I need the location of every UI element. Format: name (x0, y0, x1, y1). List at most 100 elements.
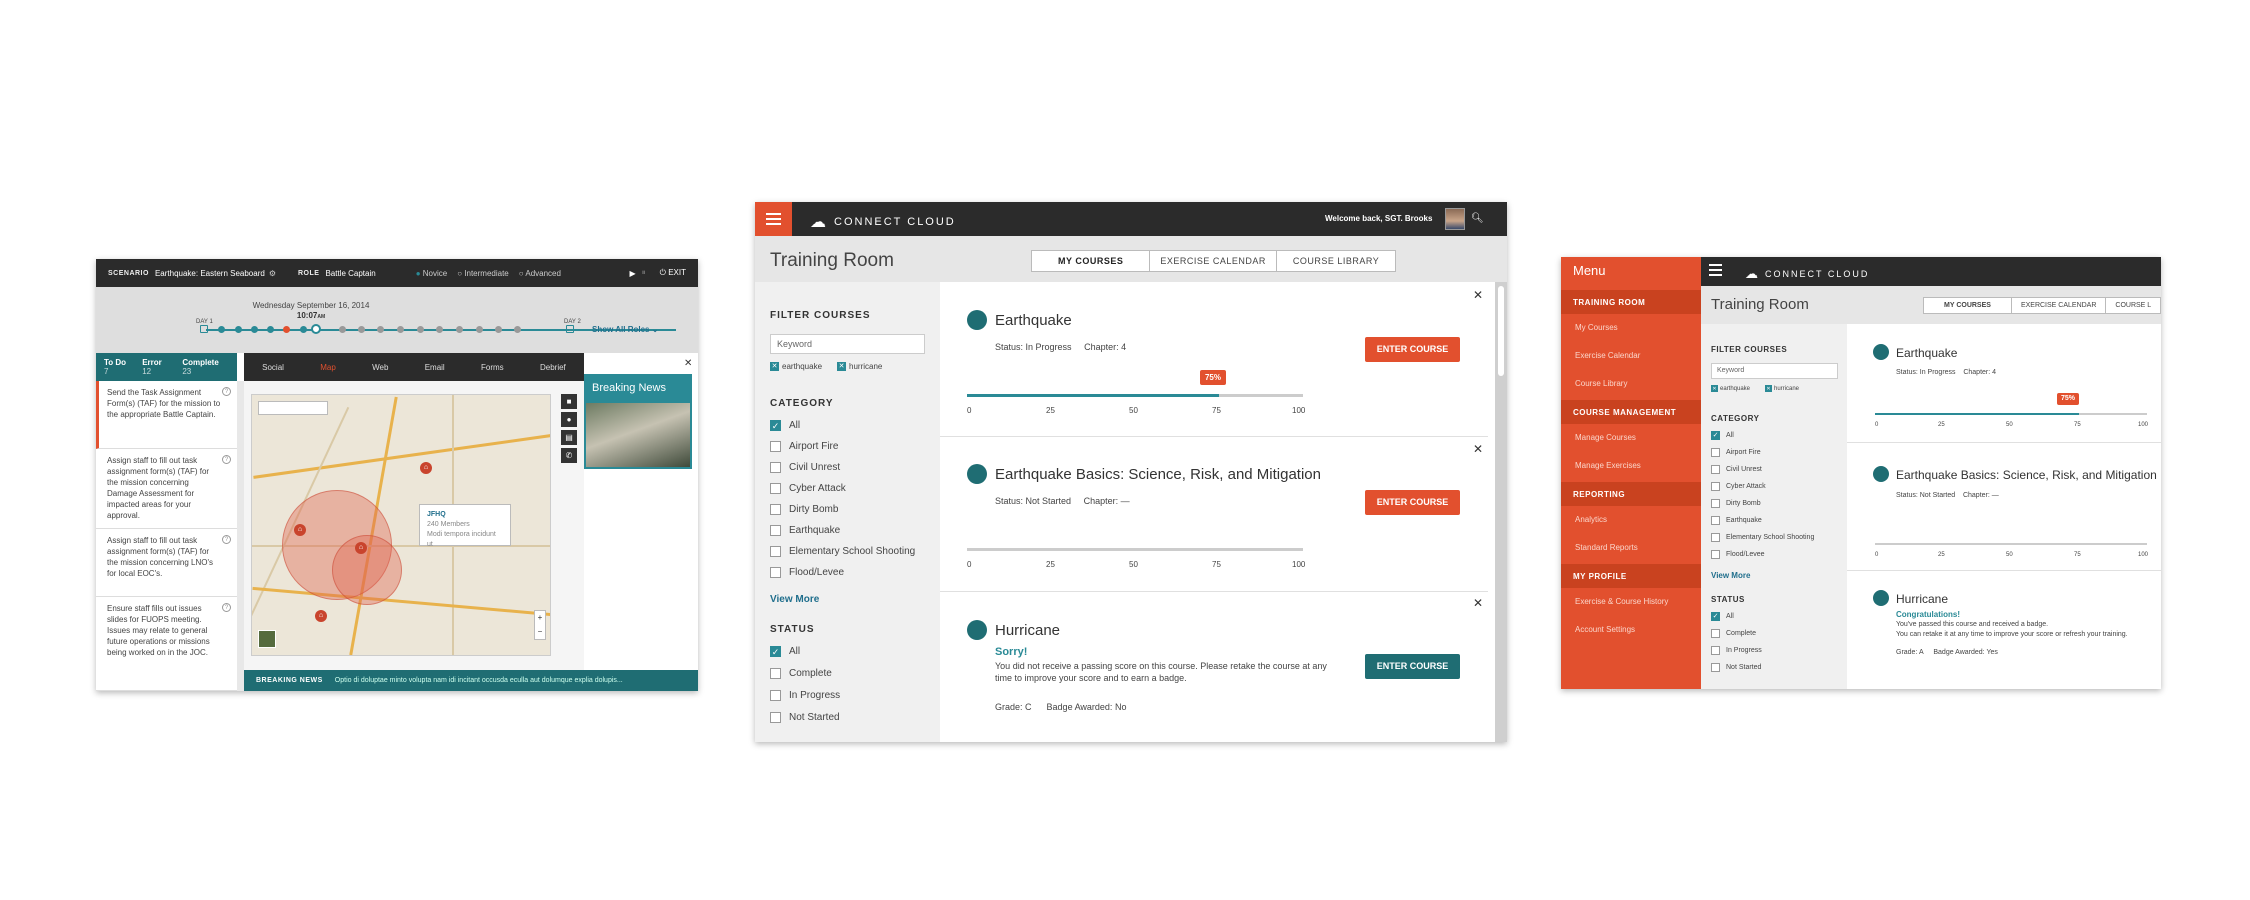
close-icon[interactable]: ✕ (1473, 442, 1483, 456)
timeline-event[interactable] (300, 326, 307, 333)
category-checkbox[interactable]: ✓ All (770, 420, 800, 431)
timeline-current-marker[interactable] (311, 324, 321, 334)
status-checkbox[interactable]: Complete (770, 668, 832, 679)
tab-forms[interactable]: Forms (481, 363, 504, 372)
timeline-event[interactable] (235, 326, 242, 333)
status-checkbox[interactable]: ✓ All (770, 646, 800, 657)
level-advanced-radio[interactable]: ○ Advanced (519, 269, 561, 278)
zoom-control[interactable]: + − (534, 610, 546, 640)
timeline-event[interactable] (251, 326, 258, 333)
scenario-selector[interactable]: Earthquake: Eastern Seaboard (155, 269, 265, 278)
timeline-event-alert[interactable] (283, 326, 290, 333)
timeline-event[interactable] (476, 326, 483, 333)
level-novice-radio[interactable]: ● Novice (416, 269, 448, 278)
menu-section-training-room[interactable]: TRAINING ROOM (1561, 290, 1701, 314)
status-checkbox[interactable]: In Progress (770, 690, 840, 701)
task-item[interactable]: Assign staff to fill out task assignment… (96, 529, 237, 597)
menu-item-course-library[interactable]: Course Library (1575, 379, 1627, 388)
category-checkbox[interactable]: Airport Fire (1711, 448, 1761, 457)
close-icon[interactable]: ✕ (837, 362, 846, 371)
tab-course-library[interactable]: COURSE LIBRARY (1277, 251, 1395, 271)
info-icon[interactable]: ? (222, 387, 231, 396)
timeline-event[interactable] (377, 326, 384, 333)
timeline-event[interactable] (218, 326, 225, 333)
tab-my-courses[interactable]: MY COURSES (1924, 298, 2012, 313)
building-marker-icon[interactable]: ⌂ (420, 462, 432, 474)
building-marker-icon[interactable]: ⌂ (294, 524, 306, 536)
category-checkbox[interactable]: Earthquake (770, 525, 840, 536)
timeline-event[interactable] (397, 326, 404, 333)
hamburger-menu-icon[interactable] (1709, 263, 1722, 277)
avatar[interactable] (1445, 208, 1465, 230)
ticker-text[interactable]: Optio di doluptae minto volupta nam idi … (335, 677, 623, 684)
map-search-input[interactable] (258, 401, 328, 415)
course-title[interactable]: Hurricane (1896, 592, 1948, 606)
task-item[interactable]: Assign staff to fill out task assignment… (96, 449, 237, 529)
menu-item-manage-exercises[interactable]: Manage Exercises (1575, 461, 1641, 470)
close-icon[interactable]: ✕ (1473, 288, 1483, 302)
timeline-event[interactable] (417, 326, 424, 333)
chat-icon[interactable]: ▤ (561, 430, 577, 445)
menu-section-course-management[interactable]: COURSE MANAGEMENT (1561, 400, 1701, 424)
menu-section-my-profile[interactable]: MY PROFILE (1561, 564, 1701, 588)
exit-icon[interactable]: ⏻ EXIT (660, 268, 686, 278)
level-intermediate-radio[interactable]: ○ Intermediate (457, 269, 509, 278)
category-checkbox[interactable]: Dirty Bomb (770, 504, 838, 515)
category-checkbox[interactable]: ✓ All (1711, 431, 1734, 440)
course-title[interactable]: Hurricane (995, 622, 1060, 639)
info-icon[interactable]: ? (222, 603, 231, 612)
course-title[interactable]: Earthquake Basics: Science, Risk, and Mi… (1896, 468, 2157, 482)
timeline-event[interactable] (339, 326, 346, 333)
info-icon[interactable]: ? (222, 535, 231, 544)
tab-complete[interactable]: Complete 23 (182, 358, 229, 376)
filter-chip[interactable]: ✕ earthquake (770, 362, 822, 371)
status-checkbox[interactable]: In Progress (1711, 646, 1762, 655)
category-checkbox[interactable]: Dirty Bomb (1711, 499, 1761, 508)
course-title[interactable]: Earthquake Basics: Science, Risk, and Mi… (995, 466, 1321, 483)
status-checkbox[interactable]: ✓ All (1711, 612, 1734, 621)
enter-course-button[interactable]: ENTER COURSE (1365, 490, 1460, 515)
menu-item-standard-reports[interactable]: Standard Reports (1575, 543, 1638, 552)
tab-course-library[interactable]: COURSE L (2106, 298, 2160, 313)
task-item[interactable]: Send the Task Assignment Form(s) (TAF) f… (96, 381, 237, 449)
keyword-input[interactable]: Keyword (1711, 363, 1838, 379)
menu-item-analytics[interactable]: Analytics (1575, 515, 1607, 524)
category-checkbox[interactable]: Earthquake (1711, 516, 1762, 525)
building-marker-icon[interactable]: ⌂ (315, 610, 327, 622)
satellite-toggle[interactable] (258, 630, 276, 648)
exit-button-label[interactable]: EXIT (668, 268, 686, 277)
course-title[interactable]: Earthquake (1896, 346, 1957, 360)
tab-map[interactable]: Map (320, 363, 336, 372)
tab-my-courses[interactable]: MY COURSES (1032, 251, 1151, 271)
info-icon[interactable]: ? (222, 455, 231, 464)
course-title[interactable]: Earthquake (995, 312, 1072, 329)
building-marker-icon[interactable]: ⌂ (355, 542, 367, 554)
enter-course-button[interactable]: ENTER COURSE (1365, 337, 1460, 362)
close-icon[interactable]: ✕ (684, 358, 692, 369)
close-icon[interactable]: ✕ (770, 362, 779, 371)
tab-social[interactable]: Social (262, 363, 284, 372)
timeline-event[interactable] (456, 326, 463, 333)
person-icon[interactable]: ● (561, 412, 577, 427)
enter-course-button[interactable]: ENTER COURSE (1365, 654, 1460, 679)
impact-radius[interactable] (332, 535, 402, 605)
close-icon[interactable]: ✕ (1765, 385, 1772, 392)
task-item[interactable]: Ensure staff fills out issues slides for… (96, 597, 237, 691)
pause-icon[interactable]: ⏸ (642, 268, 646, 278)
role-value[interactable]: Battle Captain (325, 269, 375, 278)
menu-item-my-courses[interactable]: My Courses (1575, 323, 1618, 332)
category-checkbox[interactable]: Elementary School Shooting (770, 546, 915, 557)
tab-error[interactable]: Error 12 (142, 358, 172, 376)
timeline-event[interactable] (436, 326, 443, 333)
keyword-input[interactable]: Keyword (770, 334, 925, 354)
app-logo[interactable]: ☁ CONNECT CLOUD (810, 212, 956, 232)
category-checkbox[interactable]: Civil Unrest (770, 462, 840, 473)
hamburger-menu-icon[interactable] (755, 202, 792, 236)
tab-exercise-calendar[interactable]: EXERCISE CALENDAR (1150, 251, 1277, 271)
menu-item-history[interactable]: Exercise & Course History (1575, 597, 1668, 606)
category-checkbox[interactable]: Civil Unrest (1711, 465, 1762, 474)
view-more-link[interactable]: View More (1711, 571, 1750, 580)
news-image[interactable] (584, 401, 692, 469)
phone-icon[interactable]: ✆ (561, 448, 577, 463)
category-checkbox[interactable]: Cyber Attack (1711, 482, 1766, 491)
